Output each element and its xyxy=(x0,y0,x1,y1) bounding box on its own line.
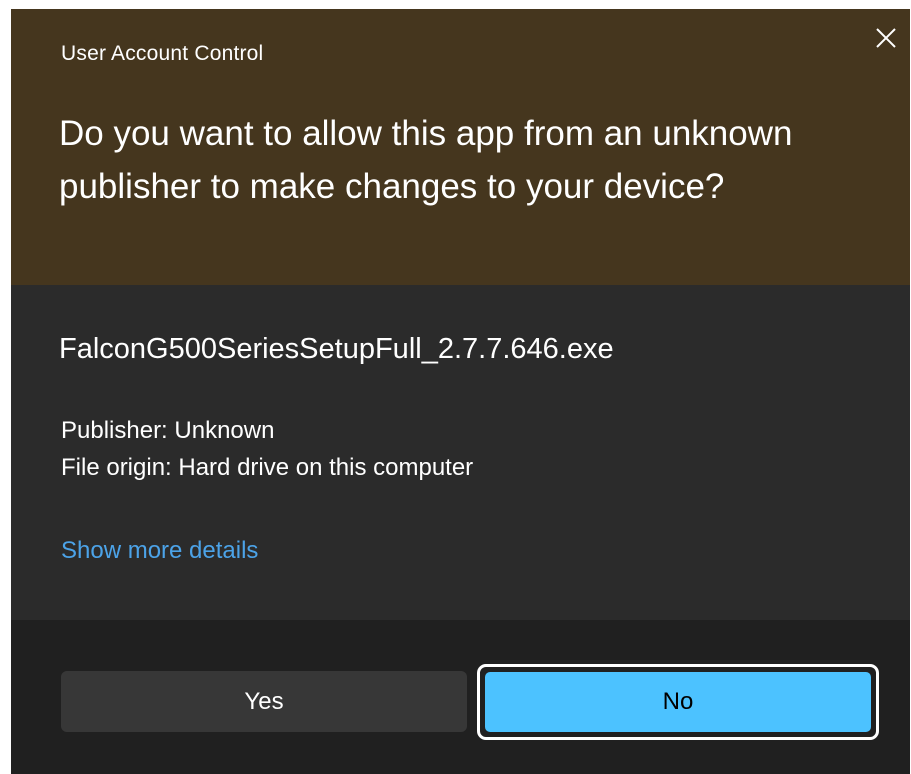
no-button[interactable]: No xyxy=(485,672,871,732)
dialog-body: FalconG500SeriesSetupFull_2.7.7.646.exe … xyxy=(11,285,910,620)
yes-button[interactable]: Yes xyxy=(61,671,467,732)
dialog-title: User Account Control xyxy=(61,42,264,65)
file-origin-text: File origin: Hard drive on this computer xyxy=(61,454,474,481)
app-filename: FalconG500SeriesSetupFull_2.7.7.646.exe xyxy=(59,333,614,365)
show-more-details-link[interactable]: Show more details xyxy=(61,537,258,565)
close-button[interactable] xyxy=(871,23,901,53)
dialog-header: User Account Control Do you want to allo… xyxy=(11,9,910,285)
dialog-question: Do you want to allow this app from an un… xyxy=(59,114,793,206)
publisher-text: Publisher: Unknown xyxy=(61,417,275,444)
uac-dialog: User Account Control Do you want to allo… xyxy=(11,9,910,774)
background-window-strip xyxy=(0,0,911,9)
dialog-footer: Yes No xyxy=(11,620,910,774)
close-icon xyxy=(876,28,896,48)
